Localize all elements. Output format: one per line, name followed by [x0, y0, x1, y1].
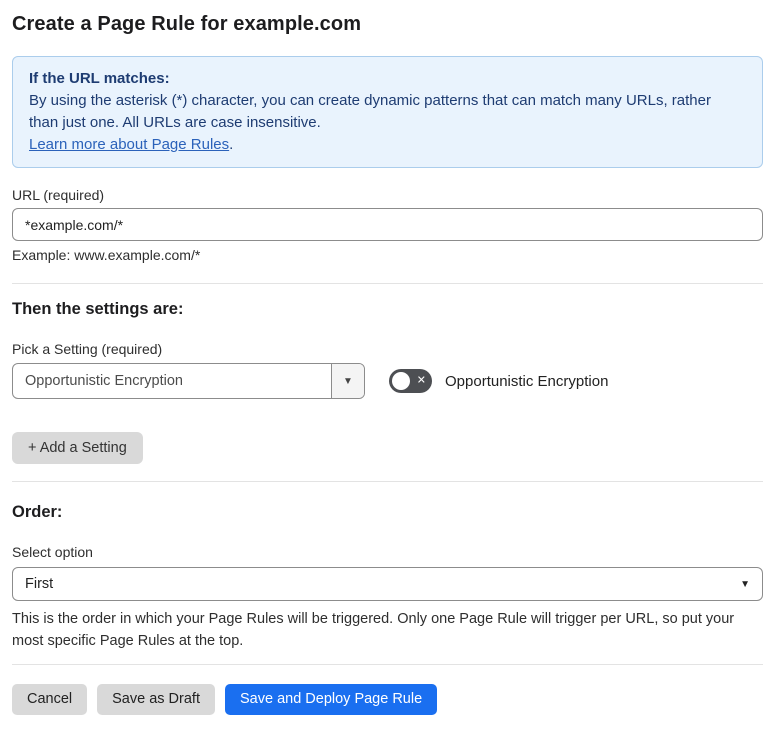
cancel-button[interactable]: Cancel	[12, 684, 88, 715]
order-select-label: Select option	[12, 544, 93, 560]
order-helper-text: This is the order in which your Page Rul…	[12, 611, 735, 649]
settings-section-heading: Then the settings are:	[12, 300, 184, 318]
chevron-down-icon: ▼	[343, 375, 353, 387]
page-title: Create a Page Rule for example.com	[12, 13, 362, 35]
setting-row: Opportunistic Encryption ▼ ✕ Opportunist…	[12, 363, 763, 399]
page-rule-form: Create a Page Rule for example.com If th…	[0, 13, 775, 715]
chevron-down-icon: ▼	[740, 578, 750, 590]
footer-divider	[12, 664, 763, 665]
setting-select-value: Opportunistic Encryption	[25, 373, 183, 389]
footer-actions: Cancel Save as Draft Save and Deploy Pag…	[12, 684, 763, 715]
order-select-value: First	[25, 576, 54, 592]
save-and-deploy-button[interactable]: Save and Deploy Page Rule	[224, 684, 438, 715]
opportunistic-encryption-toggle[interactable]: ✕	[389, 369, 432, 393]
info-banner-heading: If the URL matches:	[29, 70, 170, 87]
url-example-helper: Example: www.example.com/*	[12, 247, 201, 263]
order-section-heading: Order:	[12, 503, 63, 521]
url-field-label: URL (required)	[12, 187, 105, 203]
setting-select[interactable]: Opportunistic Encryption ▼	[12, 363, 365, 399]
toggle-off-x-icon: ✕	[416, 374, 426, 387]
info-banner-body: By using the asterisk (*) character, you…	[29, 92, 711, 131]
add-setting-button[interactable]: + Add a Setting	[12, 432, 143, 464]
order-select[interactable]: First ▼	[12, 567, 763, 601]
save-as-draft-button[interactable]: Save as Draft	[97, 684, 215, 715]
url-match-info-banner: If the URL matches: By using the asteris…	[12, 56, 763, 168]
pick-setting-label: Pick a Setting (required)	[12, 341, 163, 357]
link-suffix: .	[229, 136, 234, 153]
toggle-label: Opportunistic Encryption	[445, 372, 609, 390]
info-banner-link-row: Learn more about Page Rules.	[29, 134, 746, 156]
toggle-group: ✕ Opportunistic Encryption	[389, 369, 608, 393]
toggle-knob-icon	[392, 372, 410, 390]
section-divider	[12, 283, 763, 284]
setting-select-arrow-button[interactable]: ▼	[331, 364, 364, 398]
section-divider	[12, 481, 763, 482]
learn-more-link[interactable]: Learn more about Page Rules	[29, 136, 229, 153]
url-input[interactable]	[12, 208, 763, 241]
